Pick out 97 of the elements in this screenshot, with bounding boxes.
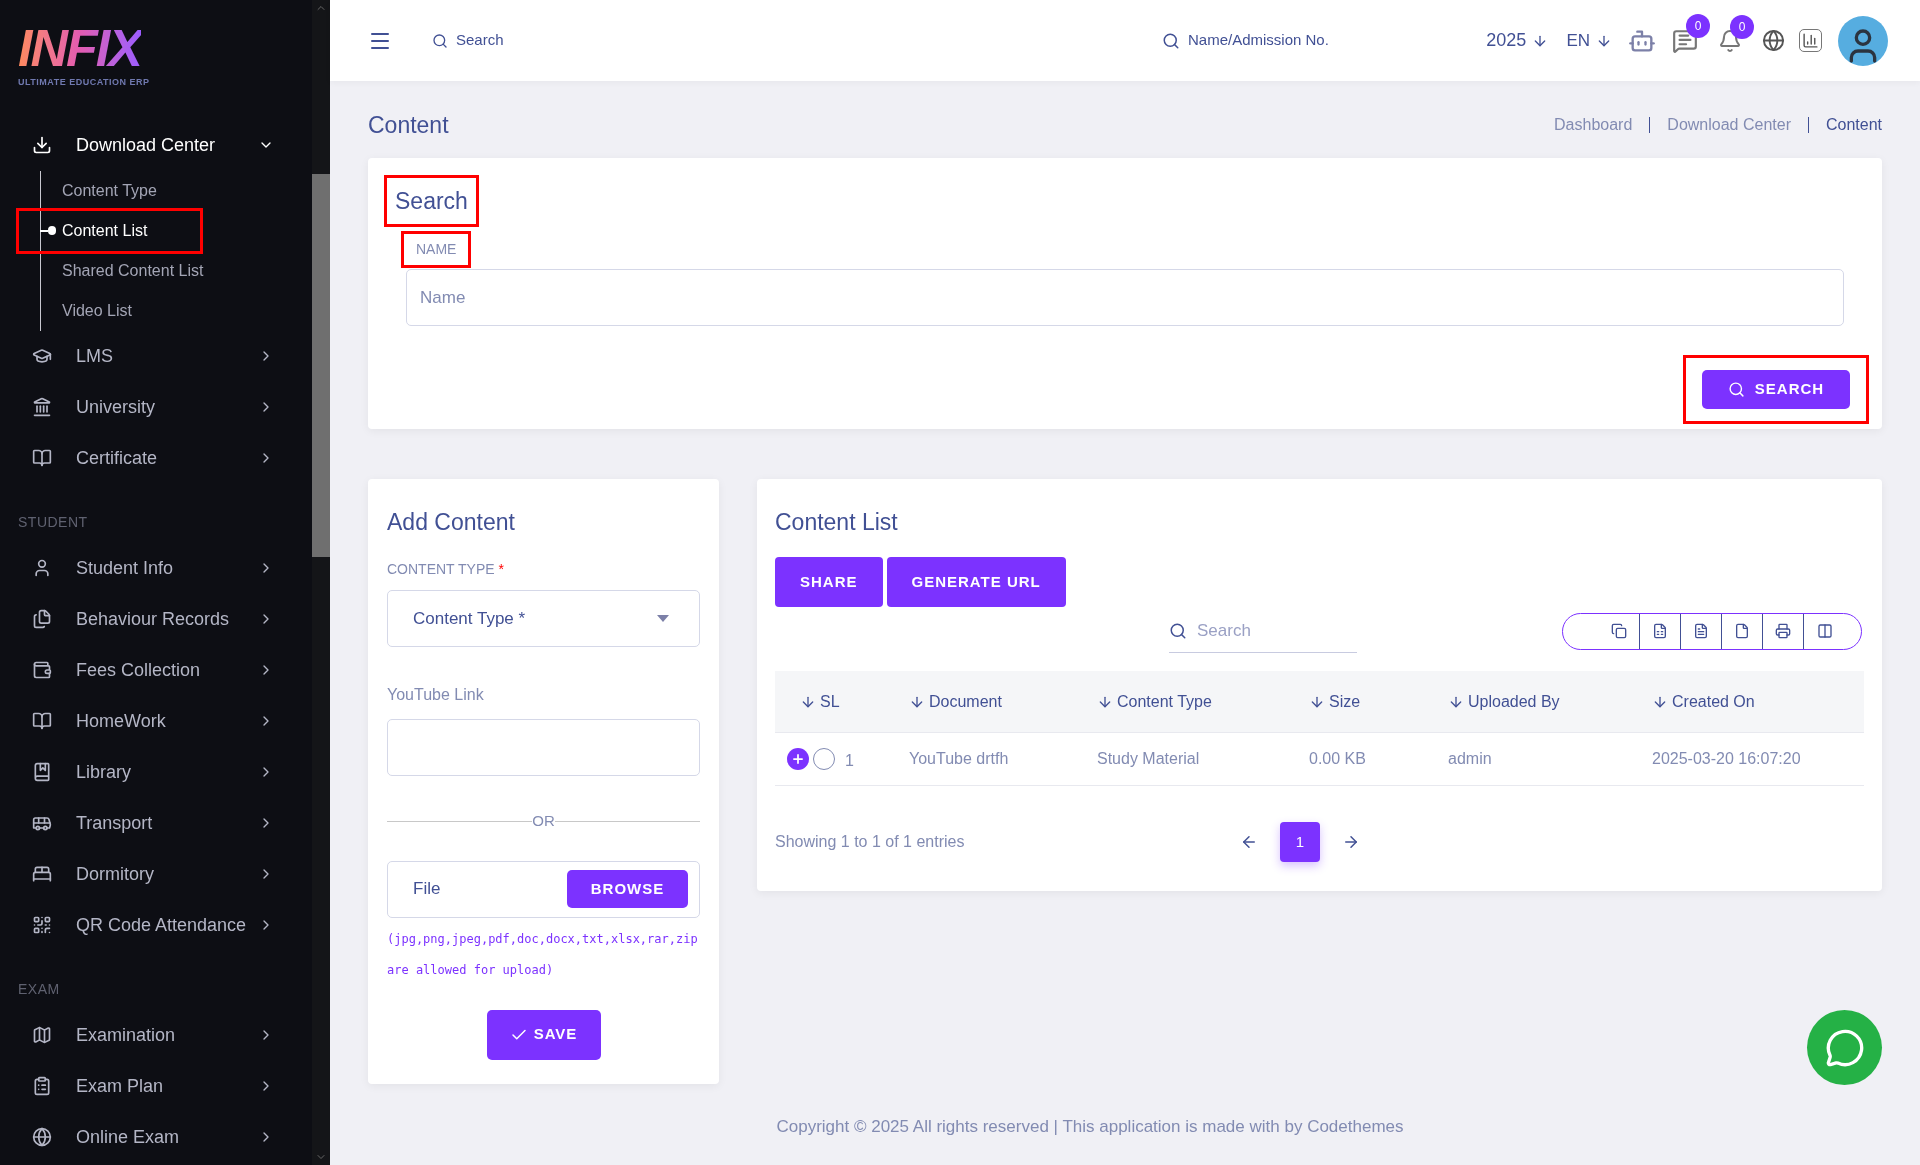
print-icon[interactable]: [1775, 623, 1791, 639]
sidebar-item[interactable]: Examination: [0, 1009, 312, 1061]
sidebar-item[interactable]: Dormitory: [0, 848, 312, 900]
clipboard-icon: [32, 1076, 52, 1096]
file-icon[interactable]: [1734, 623, 1750, 639]
youtube-link-field[interactable]: [387, 719, 700, 776]
search-button[interactable]: SEARCH: [1702, 370, 1850, 409]
table-cell-text: 0.00 KB: [1309, 749, 1366, 769]
or-divider-text: OR: [532, 811, 555, 831]
globe-icon[interactable]: [1762, 29, 1785, 52]
person-icon: [32, 558, 52, 578]
avatar[interactable]: [1838, 15, 1888, 66]
search-icon: [432, 32, 448, 49]
search-icon: [1169, 621, 1187, 640]
bed-icon: [32, 864, 52, 884]
chart-icon[interactable]: [1799, 29, 1822, 52]
search-field[interactable]: Search: [456, 29, 656, 52]
page-title: Content: [368, 111, 450, 140]
badge: 0: [1730, 14, 1754, 39]
copy-icon[interactable]: [1611, 623, 1627, 639]
section-heading: EXAM: [17, 979, 60, 999]
document-icon[interactable]: [1693, 623, 1709, 639]
spreadsheet-icon[interactable]: [1652, 623, 1668, 639]
table-cell-text: YouTube drtfh: [909, 749, 1009, 769]
column-header[interactable]: Document: [909, 689, 1097, 714]
wallet-icon: [32, 660, 52, 680]
bank-icon: [32, 397, 52, 417]
logo-tagline: ULTIMATE EDUCATION ERP: [18, 76, 150, 89]
active-marker-icon: [40, 226, 56, 235]
field-label: CONTENT TYPE *: [387, 560, 505, 579]
student-search-field[interactable]: Name/Admission No.: [1188, 29, 1329, 52]
globe-icon: [32, 1127, 52, 1147]
previous-page-icon[interactable]: [1240, 833, 1258, 851]
files-icon: [32, 609, 52, 629]
entries-info: Showing 1 to 1 of 1 entries: [775, 832, 966, 852]
dropdown-caret-icon: [657, 615, 669, 622]
footer-copyright: Copyright © 2025 All rights reserved | This application is made with by Codethemes: [776, 1115, 1404, 1138]
field-label: YouTube Link: [387, 685, 485, 705]
sidebar-item[interactable]: Download Center: [0, 119, 312, 171]
qr-code-icon: [32, 915, 52, 935]
search-icon: [1727, 381, 1745, 398]
column-header[interactable]: Uploaded By: [1448, 689, 1652, 714]
browse-button[interactable]: BROWSE: [567, 870, 688, 908]
book-icon: [32, 711, 52, 731]
sidebar-item[interactable]: LMS: [0, 330, 312, 382]
submenu-item[interactable]: Shared Content List: [19, 250, 216, 291]
name-field[interactable]: Name: [406, 269, 1844, 326]
sidebar-item[interactable]: Library: [0, 746, 312, 798]
sidebar-item[interactable]: Transport: [0, 797, 312, 849]
sidebar-item[interactable]: University: [0, 381, 312, 433]
download-icon: [32, 135, 52, 155]
submenu-item[interactable]: Content List: [19, 210, 200, 251]
card-title: Search: [387, 177, 476, 224]
action-button[interactable]: SHARE: [775, 557, 883, 607]
submenu-item[interactable]: Content Type: [19, 170, 200, 211]
map-icon: [32, 1025, 52, 1045]
columns-icon[interactable]: [1816, 623, 1833, 639]
field-label: NAME: [404, 234, 469, 265]
sidebar-item[interactable]: Online Exam: [0, 1111, 312, 1163]
sidebar-item[interactable]: Behaviour Records: [0, 593, 312, 645]
column-header[interactable]: Size: [1309, 689, 1448, 714]
sidebar-item[interactable]: Certificate: [0, 432, 312, 484]
language-selector[interactable]: EN: [1566, 27, 1612, 54]
card-title: Add Content: [387, 507, 516, 537]
table-cell-text: 1: [845, 751, 854, 771]
section-heading: STUDENT: [17, 512, 88, 532]
table-cell-text: Study Material: [1097, 749, 1200, 769]
table-search-field[interactable]: Search: [1197, 617, 1337, 644]
action-button[interactable]: GENERATE URL: [886, 557, 1066, 607]
allowed-files-hint: (jpg,png,jpeg,pdf,doc,docx,txt,xlsx,rar,zip are allowed for upload): [387, 930, 699, 979]
student-icon: [32, 346, 52, 366]
expand-row-icon[interactable]: [787, 748, 809, 770]
submenu-item[interactable]: Video List: [19, 290, 200, 331]
sidebar-item[interactable]: QR Code Attendance: [0, 899, 312, 951]
column-header[interactable]: SL: [775, 689, 909, 714]
column-header[interactable]: Content Type: [1097, 689, 1309, 714]
table-cell-text: admin: [1448, 749, 1492, 769]
row-radio[interactable]: [813, 748, 835, 770]
badge: 0: [1686, 13, 1710, 38]
content-type-select[interactable]: Content Type *: [387, 590, 700, 647]
table-cell-text: 2025-03-20 16:07:20: [1652, 749, 1801, 769]
year-selector[interactable]: 2025: [1486, 27, 1549, 54]
chat-bubble-icon: [1824, 1027, 1865, 1068]
sidebar-item[interactable]: Exam Plan: [0, 1060, 312, 1112]
sidebar-item[interactable]: HomeWork: [0, 695, 312, 747]
book-icon: [32, 448, 52, 468]
save-button[interactable]: SAVE: [486, 1009, 601, 1060]
breadcrumb-link[interactable]: Content: [1825, 113, 1882, 138]
file-field[interactable]: File BROWSE: [387, 860, 700, 918]
sidebar-item[interactable]: Fees Collection: [0, 644, 312, 696]
next-page-icon[interactable]: [1342, 833, 1360, 851]
sidebar-item[interactable]: Student Info: [0, 542, 312, 594]
column-header[interactable]: Created On: [1652, 689, 1864, 714]
search-icon: [1162, 31, 1180, 50]
card-title: Content List: [775, 507, 899, 537]
bookmark-book-icon: [32, 762, 52, 782]
page-button[interactable]: 1: [1280, 822, 1320, 862]
